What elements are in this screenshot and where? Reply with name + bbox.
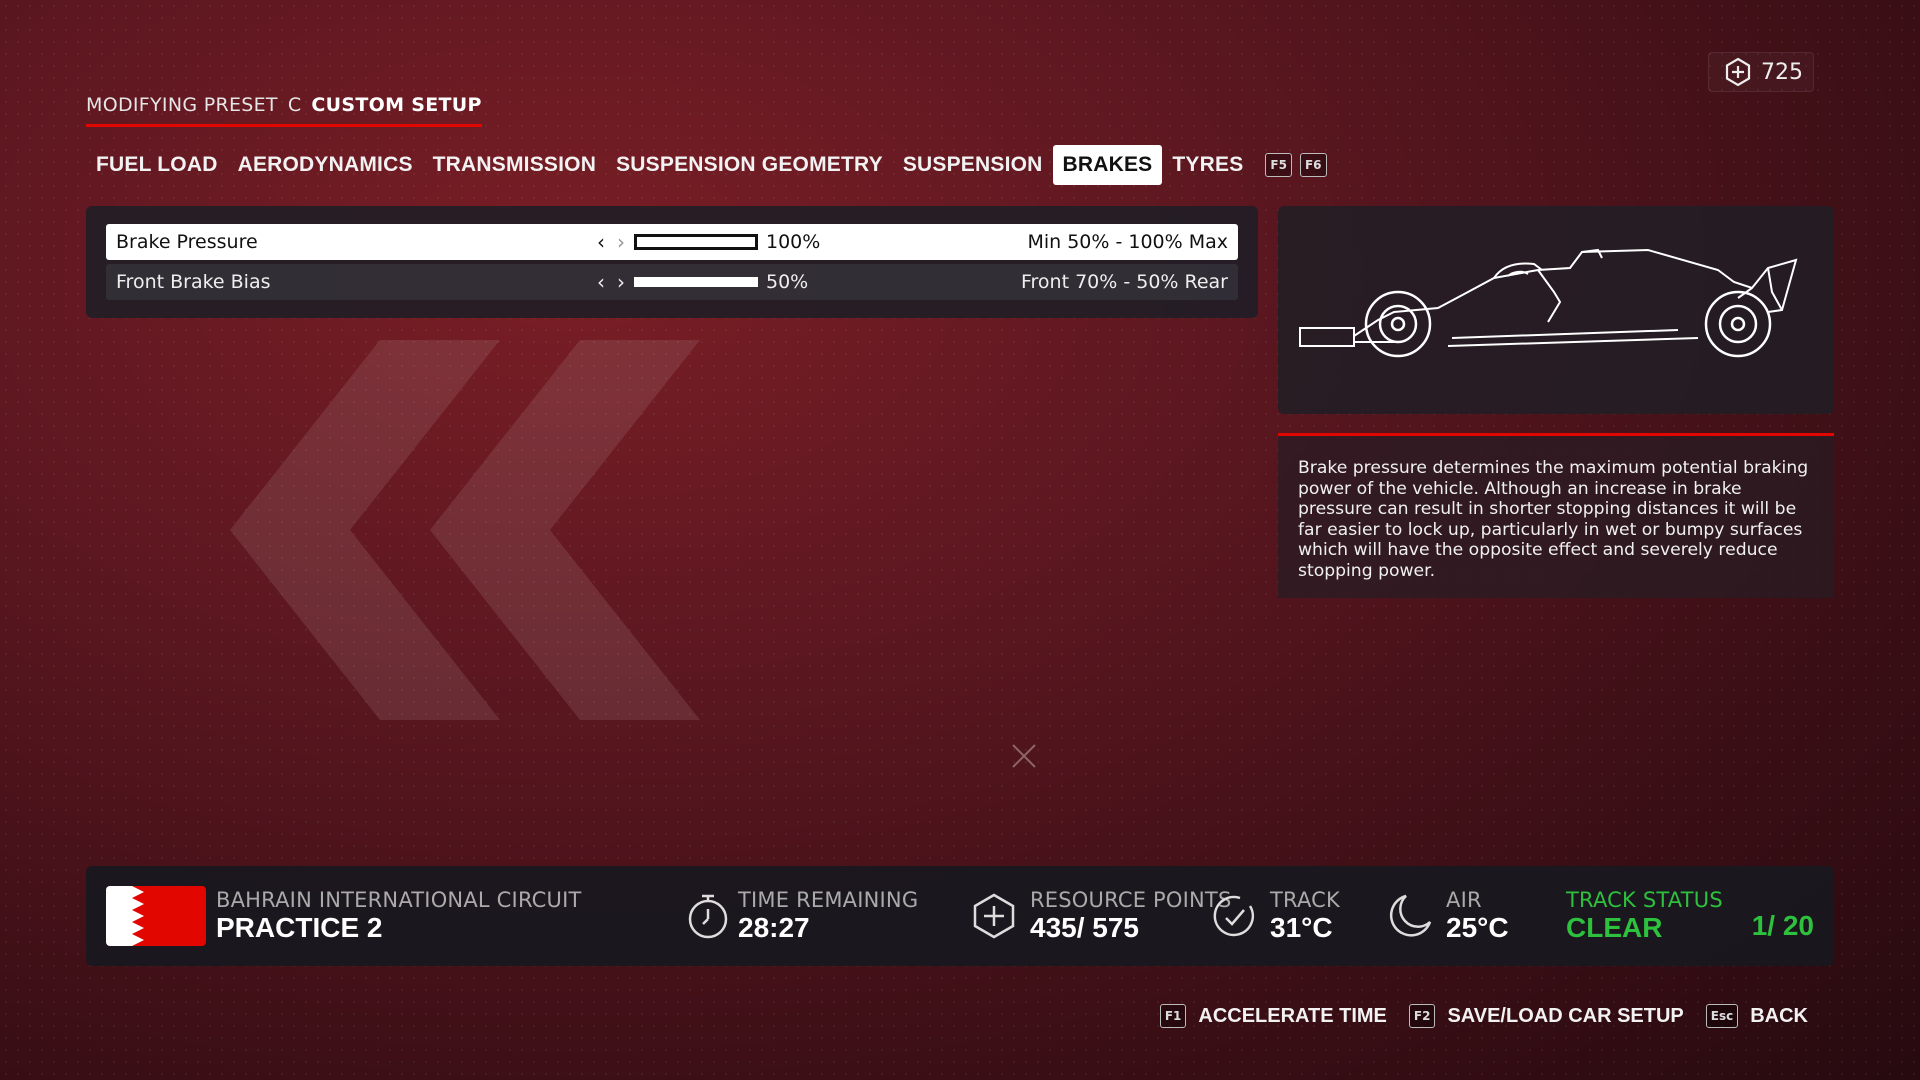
time-remaining: TIME REMAINING 28:27 xyxy=(738,888,918,944)
lap-counter: 1/ 20 xyxy=(1751,910,1814,941)
air-temp-label: AIR xyxy=(1446,888,1482,912)
circuit-info: BAHRAIN INTERNATIONAL CIRCUIT PRACTICE 2 xyxy=(216,888,582,944)
preset-label: MODIFYING PRESET xyxy=(86,94,278,116)
track-temp-gauge-icon xyxy=(1213,895,1255,937)
footer-key-hints: F1 ACCELERATE TIME F2 SAVE/LOAD CAR SETU… xyxy=(1159,1004,1808,1028)
track-status: TRACK STATUS CLEAR xyxy=(1566,888,1723,944)
track-temp-value: 31°C xyxy=(1270,912,1333,943)
value-bar xyxy=(634,234,758,250)
resource-points-value: 435/ 575 xyxy=(1030,912,1139,943)
resource-points-label: RESOURCE POINTS xyxy=(1030,888,1232,912)
next-tab-key[interactable]: F6 xyxy=(1299,153,1327,177)
tab-aerodynamics[interactable]: AERODYNAMICS xyxy=(228,145,423,185)
background-x-mark xyxy=(1012,744,1036,768)
setting-value: 50% xyxy=(766,271,809,293)
back-button[interactable]: Esc BACK xyxy=(1705,1004,1808,1028)
preset-header: MODIFYING PRESET C CUSTOM SETUP xyxy=(86,94,482,127)
bahrain-flag-icon xyxy=(106,886,206,946)
tab-brakes[interactable]: BRAKES xyxy=(1052,145,1163,185)
tab-tyres[interactable]: TYRES xyxy=(1162,145,1253,185)
air-temp-value: 25°C xyxy=(1446,912,1509,943)
setting-description: Brake pressure determines the maximum po… xyxy=(1298,458,1809,581)
resource-hex-icon xyxy=(1725,57,1751,87)
moon-icon xyxy=(1389,894,1432,937)
tab-transmission[interactable]: TRANSMISSION xyxy=(423,145,606,185)
time-remaining-value: 28:27 xyxy=(738,912,810,943)
setting-range: Min 50% - 100% Max xyxy=(1027,231,1228,253)
settings-panel: Brake Pressure ‹ › 100% Min 50% - 100% M… xyxy=(86,206,1258,318)
accelerate-time-button[interactable]: F1 ACCELERATE TIME xyxy=(1159,1004,1387,1028)
setting-value: 100% xyxy=(766,231,821,253)
setting-name: Front Brake Bias xyxy=(116,271,271,293)
stopwatch-icon xyxy=(688,894,728,939)
resource-points: RESOURCE POINTS 435/ 575 xyxy=(1030,888,1232,944)
chevron-right-icon[interactable]: › xyxy=(612,230,630,254)
prev-tab-key[interactable]: F5 xyxy=(1265,153,1292,177)
save-load-setup-button[interactable]: F2 SAVE/LOAD CAR SETUP xyxy=(1408,1004,1684,1028)
currency-amount: 725 xyxy=(1761,59,1803,85)
save-load-setup-label: SAVE/LOAD CAR SETUP xyxy=(1447,1004,1684,1027)
setting-range: Front 70% - 50% Rear xyxy=(1020,271,1228,293)
key-esc: Esc xyxy=(1705,1004,1739,1028)
air-temperature: AIR 25°C xyxy=(1446,888,1509,944)
setting-name: Brake Pressure xyxy=(116,231,258,253)
resource-hex-icon xyxy=(973,893,1015,939)
key-f1: F1 xyxy=(1159,1004,1187,1028)
currency-balance: 725 xyxy=(1708,52,1814,92)
track-status-value: CLEAR xyxy=(1566,912,1663,943)
setting-description-panel: Brake pressure determines the maximum po… xyxy=(1278,433,1834,598)
car-outline-icon xyxy=(1299,248,1798,358)
accelerate-time-label: ACCELERATE TIME xyxy=(1198,1004,1387,1027)
session-name: PRACTICE 2 xyxy=(216,912,383,943)
value-bar-fill xyxy=(637,237,755,247)
tab-suspension[interactable]: SUSPENSION xyxy=(893,145,1053,185)
car-diagram-panel xyxy=(1278,206,1834,414)
track-status-label: TRACK STATUS xyxy=(1566,888,1723,912)
tab-suspension-geometry[interactable]: SUSPENSION GEOMETRY xyxy=(606,145,893,185)
session-info-bar: BAHRAIN INTERNATIONAL CIRCUIT PRACTICE 2… xyxy=(86,866,1834,966)
chevron-right-icon[interactable]: › xyxy=(612,270,630,294)
value-bar-fill xyxy=(634,277,758,287)
value-stepper: ‹ › xyxy=(592,230,634,254)
tab-fuel-load[interactable]: FUEL LOAD xyxy=(86,145,228,185)
chevron-left-icon[interactable]: ‹ xyxy=(592,230,610,254)
preset-letter: C xyxy=(287,94,302,116)
preset-name: CUSTOM SETUP xyxy=(311,94,482,116)
track-temperature: TRACK 31°C xyxy=(1270,888,1340,944)
chevron-left-icon[interactable]: ‹ xyxy=(592,270,610,294)
time-remaining-label: TIME REMAINING xyxy=(738,888,919,912)
back-label: BACK xyxy=(1750,1004,1808,1027)
value-bar xyxy=(634,274,758,290)
background-chevron-decoration xyxy=(230,340,700,720)
setting-row-front-brake-bias[interactable]: Front Brake Bias ‹ › 50% Front 70% - 50%… xyxy=(106,264,1238,300)
circuit-name: BAHRAIN INTERNATIONAL CIRCUIT xyxy=(216,888,582,912)
key-f2: F2 xyxy=(1408,1004,1436,1028)
value-stepper: ‹ › xyxy=(592,270,634,294)
track-temp-label: TRACK xyxy=(1270,888,1340,912)
setting-row-brake-pressure[interactable]: Brake Pressure ‹ › 100% Min 50% - 100% M… xyxy=(106,224,1238,260)
setup-tabs: FUEL LOAD AERODYNAMICS TRANSMISSION SUSP… xyxy=(86,145,1327,185)
